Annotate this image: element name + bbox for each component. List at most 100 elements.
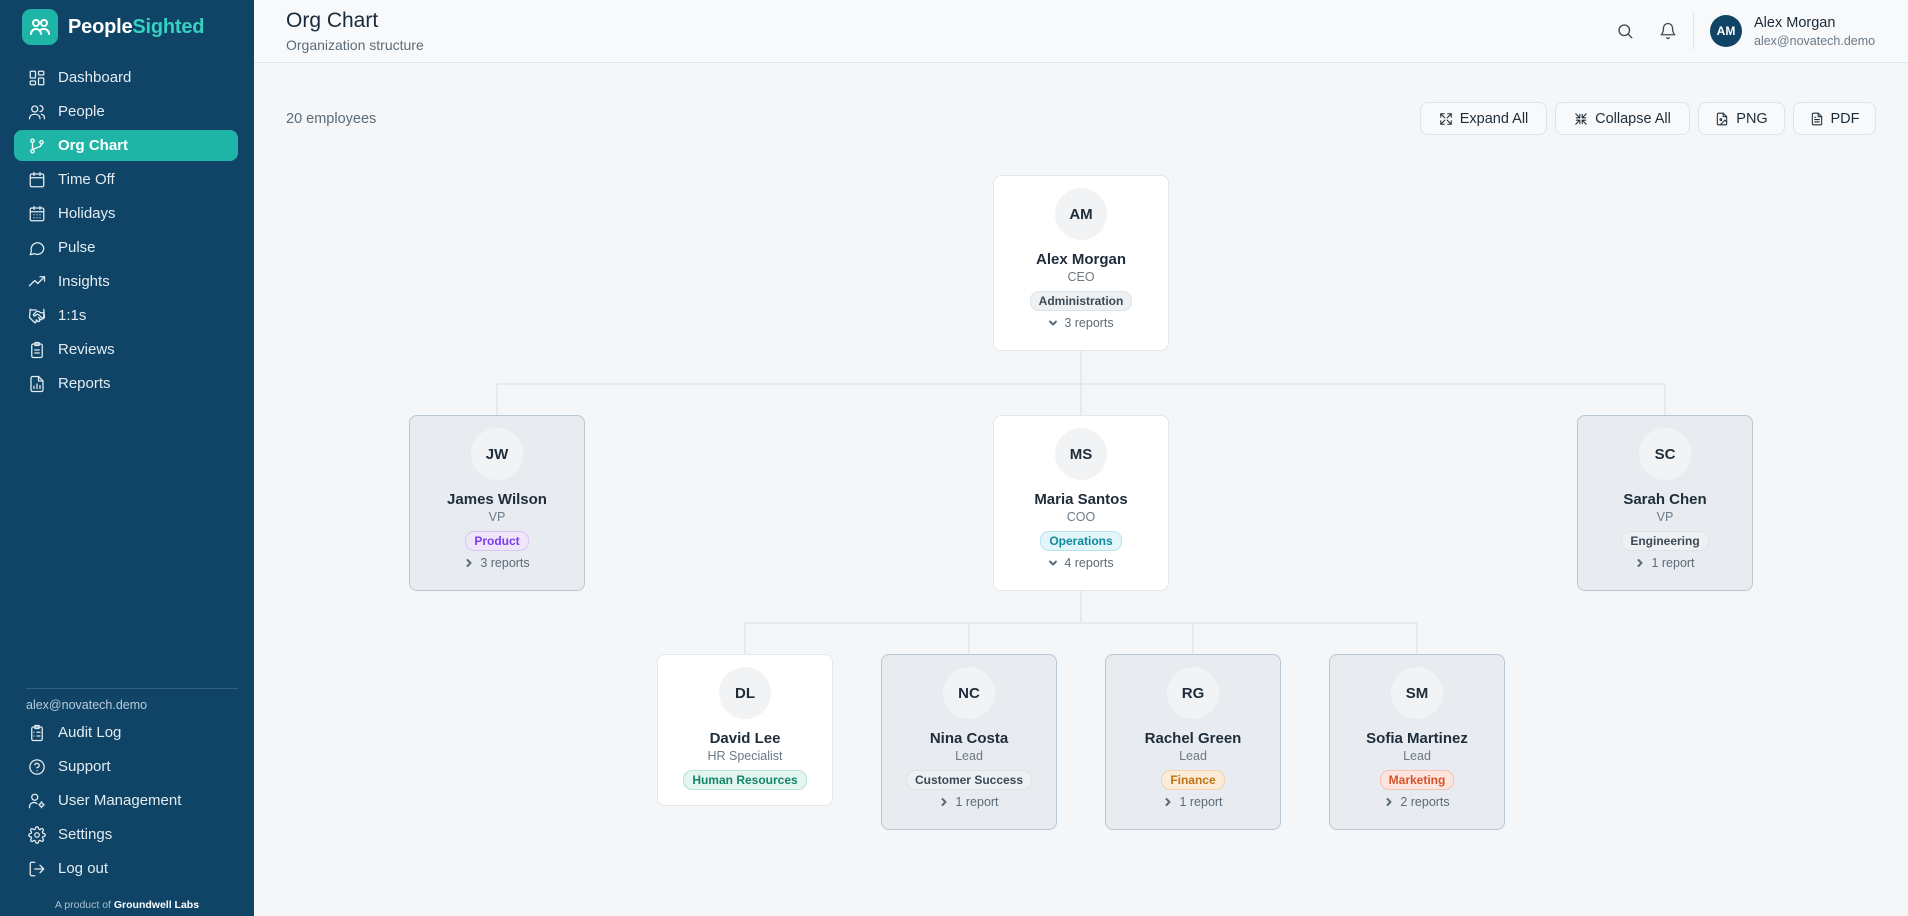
employee-name: Nina Costa [929,730,1009,747]
reports-toggle[interactable]: 3 reports [410,556,584,570]
sidebar-item-time-off[interactable]: Time Off [14,164,238,195]
employee-name: David Lee [709,730,781,747]
chevron-right-icon [466,559,472,567]
reports-toggle[interactable]: 2 reports [1330,795,1504,809]
employee-count: 20 employees [286,111,377,127]
sidebar-item-one-on-ones[interactable]: 1:1s [14,300,238,331]
org-card-rg[interactable]: RG Rachel Green Lead Finance 1 report [1105,654,1281,830]
department-badge: Human Resources [683,770,807,790]
org-card-sc[interactable]: SC Sarah Chen VP Engineering 1 report [1577,415,1753,591]
org-card-jw[interactable]: JW James Wilson VP Product 3 reports [409,415,585,591]
reports-toggle[interactable]: 1 report [882,795,1056,809]
org-card-ms[interactable]: MS Maria Santos COO Operations 4 reports [993,415,1169,591]
sidebar: PeopleSighted Dashboard People Org Chart… [0,0,254,916]
chevron-right-icon [1165,798,1171,806]
department-badge: Product [465,531,529,551]
reports-count: 1 report [955,795,999,809]
footer-company: Groundwell Labs [113,899,200,911]
sidebar-item-org-chart[interactable]: Org Chart [14,130,238,161]
reports-toggle[interactable]: 4 reports [994,556,1168,570]
collapse-all-button[interactable]: Collapse All [1555,102,1690,135]
reports-count: 3 reports [480,556,530,570]
sidebar-footer: A product of Groundwell Labs [0,899,254,911]
trend-up-icon [27,272,47,292]
notifications-button[interactable] [1656,19,1680,43]
badge-wrap: Operations [994,531,1168,551]
brand-name-part1: People [68,15,133,38]
brand-name: PeopleSighted [68,15,205,39]
reports-toggle[interactable]: 1 report [1578,556,1752,570]
reports-count: 4 reports [1064,556,1114,570]
user-cog-icon [27,791,47,811]
reports-count: 1 report [1179,795,1223,809]
sidebar-item-label: People [58,103,105,120]
reports-toggle[interactable]: 1 report [1106,795,1280,809]
department-badge: Operations [1040,531,1122,551]
brand[interactable]: PeopleSighted [22,9,205,45]
report-icon [27,374,47,394]
sidebar-item-label: Dashboard [58,69,132,86]
org-card-nc[interactable]: NC Nina Costa Lead Customer Success 1 re… [881,654,1057,830]
top-header: Org Chart Organization structure AM Alex… [254,0,1908,63]
main-nav: Dashboard People Org Chart Time Off Holi… [14,62,238,402]
sidebar-item-label: Insights [58,273,110,290]
org-card-dl[interactable]: DL David Lee HR Specialist Human Resourc… [657,654,833,806]
sidebar-item-label: Org Chart [58,137,129,154]
collapse-all-label: Collapse All [1595,110,1671,127]
sidebar-item-label: Support [58,758,111,775]
avatar: NC [943,667,995,719]
sidebar-item-pulse[interactable]: Pulse [14,232,238,263]
calendar-days-icon [27,204,47,224]
sidebar-item-label: Settings [58,826,113,843]
sidebar-item-label: Audit Log [58,724,122,741]
avatar: AM [1055,188,1107,240]
employee-name: James Wilson [447,491,547,508]
page-subtitle: Organization structure [286,37,424,53]
org-card-am[interactable]: AM Alex Morgan CEO Administration 3 repo… [993,175,1169,351]
sidebar-item-reviews[interactable]: Reviews [14,334,238,365]
sidebar-item-log-out[interactable]: Log out [14,853,238,884]
badge-wrap: Finance [1106,770,1280,790]
sidebar-item-user-management[interactable]: User Management [14,785,238,816]
gear-icon [27,825,47,845]
avatar: SM [1391,667,1443,719]
sidebar-item-label: Log out [58,860,109,877]
search-button[interactable] [1613,19,1637,43]
avatar: RG [1167,667,1219,719]
sidebar-item-support[interactable]: Support [14,751,238,782]
people-icon [27,102,47,122]
employee-role: Lead [955,749,983,763]
badge-wrap: Administration [994,291,1168,311]
sidebar-item-insights[interactable]: Insights [14,266,238,297]
sidebar-item-dashboard[interactable]: Dashboard [14,62,238,93]
employee-role: CEO [1067,270,1095,284]
sidebar-item-label: 1:1s [58,307,87,324]
chevron-down-icon [1049,320,1058,326]
chevron-down-icon [1049,560,1058,566]
export-pdf-button[interactable]: PDF [1793,102,1876,135]
sidebar-item-reports[interactable]: Reports [14,368,238,399]
sidebar-item-holidays[interactable]: Holidays [14,198,238,229]
reports-count: 2 reports [1400,795,1450,809]
collapse-icon [1575,112,1587,125]
sidebar-item-label: User Management [58,792,182,809]
sidebar-item-people[interactable]: People [14,96,238,127]
sidebar-item-audit-log[interactable]: Audit Log [14,717,238,748]
user-name[interactable]: Alex Morgan [1754,15,1835,31]
employee-role: Lead [1403,749,1431,763]
department-badge: Customer Success [905,770,1033,790]
footer-prefix: A product of [54,899,114,911]
employee-name: Alex Morgan [1035,251,1126,268]
file-image-icon [1717,112,1728,125]
reports-toggle[interactable]: 3 reports [994,316,1168,330]
sidebar-divider [26,688,238,689]
help-circle-icon [27,757,47,777]
sidebar-item-settings[interactable]: Settings [14,819,238,850]
org-card-sm[interactable]: SM Sofia Martinez Lead Marketing 2 repor… [1329,654,1505,830]
reports-count: 3 reports [1064,316,1114,330]
expand-all-button[interactable]: Expand All [1420,102,1547,135]
employee-role: HR Specialist [707,749,783,763]
avatar[interactable]: AM [1710,15,1742,47]
expand-all-label: Expand All [1459,110,1529,127]
export-png-button[interactable]: PNG [1698,102,1785,135]
